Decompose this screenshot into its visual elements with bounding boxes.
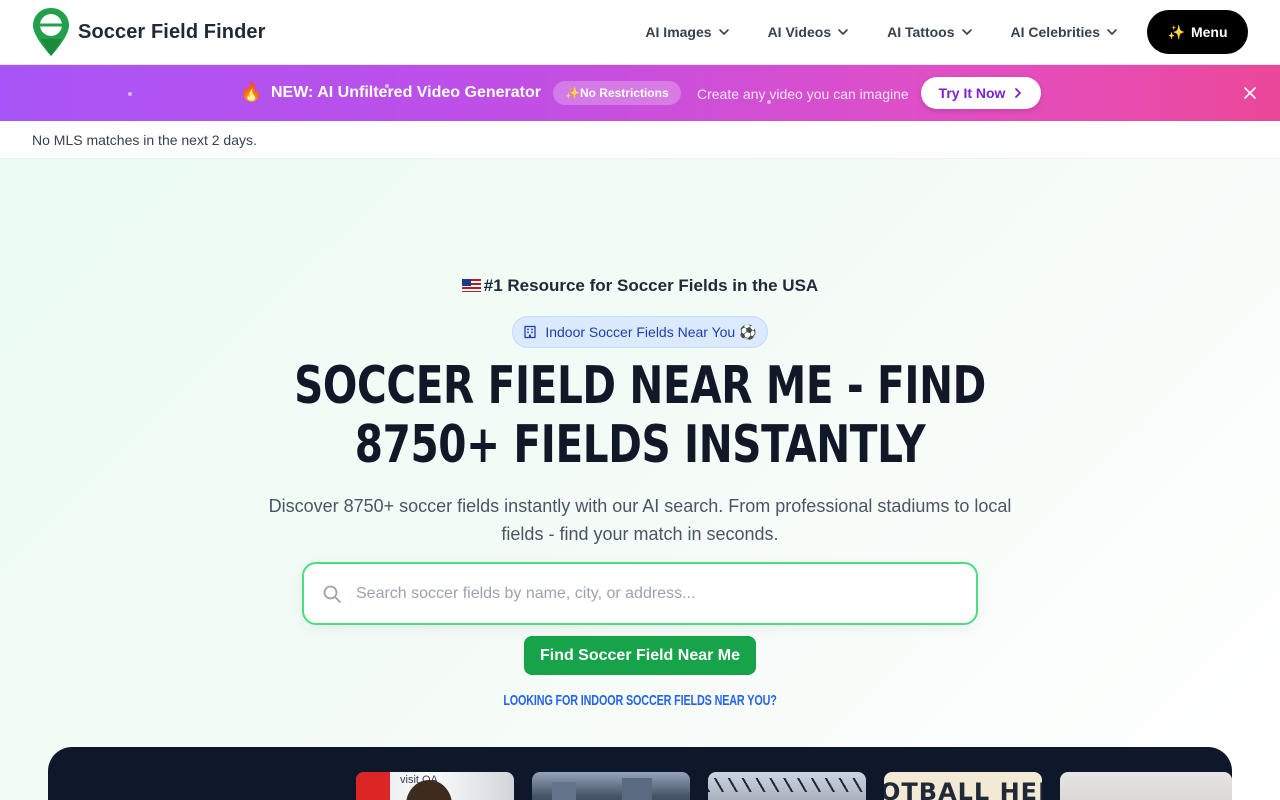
chevron-down-icon — [961, 29, 972, 35]
nav-ai-images[interactable]: AI Images — [645, 10, 729, 54]
video-thumbnail[interactable] — [708, 772, 866, 800]
nav-ai-tattoos-label: AI Tattoos — [887, 24, 955, 40]
map-pin-logo-icon — [33, 8, 69, 56]
hero-tagline: #1 Resource for Soccer Fields in the USA — [0, 276, 1280, 296]
indoor-fields-link[interactable]: Looking for indoor soccer fields near yo… — [179, 692, 1101, 709]
soccer-ball-icon: ⚽ — [739, 323, 757, 340]
building-icon — [524, 325, 536, 339]
try-it-now-label: Try It Now — [938, 85, 1006, 101]
video-strip: visit QA OTBALL HERO — [48, 747, 1232, 800]
fire-icon: 🔥 — [240, 82, 263, 102]
chevron-down-icon — [718, 29, 729, 35]
search-icon — [323, 585, 341, 603]
search-box — [302, 562, 978, 625]
hero-description: Discover 8750+ soccer fields instantly w… — [268, 496, 1012, 544]
thumbnail-caption: OTBALL HERO — [884, 778, 1042, 800]
indoor-fields-pill-label: Indoor Soccer Fields Near You — [545, 324, 736, 340]
us-flag-icon — [461, 279, 481, 292]
menu-button-label: Menu — [1190, 24, 1228, 40]
promo-title: NEW: AI Unfiltered Video Generator — [271, 84, 541, 101]
decor-dot — [128, 92, 132, 96]
menu-button[interactable]: ✨ Menu — [1147, 10, 1248, 54]
close-icon[interactable] — [1242, 85, 1258, 101]
nav-ai-videos[interactable]: AI Videos — [768, 10, 850, 54]
find-field-button[interactable]: Find Soccer Field Near Me — [524, 636, 756, 675]
video-thumbnail[interactable] — [1060, 772, 1232, 800]
no-restrictions-badge: ✨No Restrictions — [553, 81, 681, 105]
sparkles-icon: ✨ — [1167, 23, 1185, 40]
video-thumbnail[interactable] — [532, 772, 690, 800]
promo-banner: 🔥 NEW: AI Unfiltered Video Generator ✨No… — [0, 65, 1280, 121]
page-title: Soccer Field Near Me - Find 8750+ Fields… — [294, 356, 986, 475]
try-it-now-button[interactable]: Try It Now — [921, 77, 1041, 109]
hero-tagline-text: #1 Resource for Soccer Fields in the USA — [483, 276, 819, 295]
nav-ai-celebrities[interactable]: AI Celebrities — [1011, 10, 1118, 54]
site-header: Soccer Field Finder AI Images AI Videos … — [0, 0, 1280, 65]
video-thumbnail[interactable]: OTBALL HERO — [884, 772, 1042, 800]
brand-name: Soccer Field Finder — [78, 20, 266, 43]
chevron-down-icon — [1107, 29, 1117, 35]
chevron-right-icon — [1015, 88, 1022, 98]
hero-section: #1 Resource for Soccer Fields in the USA… — [0, 159, 1280, 800]
nav-ai-videos-label: AI Videos — [767, 24, 832, 40]
indoor-fields-pill[interactable]: Indoor Soccer Fields Near You ⚽ — [512, 316, 768, 348]
mls-notice-text: No MLS matches in the next 2 days. — [32, 132, 257, 148]
mls-notice-bar: No MLS matches in the next 2 days. — [0, 121, 1280, 159]
nav-ai-celebrities-label: AI Celebrities — [1010, 24, 1100, 40]
video-thumbnail[interactable]: visit QA — [356, 772, 514, 800]
main-nav: AI Images AI Videos AI Tattoos AI Celebr… — [645, 10, 1248, 54]
promo-subtitle: Create any video you can imagine — [697, 86, 909, 102]
search-input[interactable] — [356, 584, 936, 603]
brand-logo[interactable]: Soccer Field Finder — [32, 7, 266, 57]
nav-ai-images-label: AI Images — [645, 24, 712, 40]
nav-ai-tattoos[interactable]: AI Tattoos — [887, 10, 972, 54]
chevron-down-icon — [838, 29, 848, 35]
